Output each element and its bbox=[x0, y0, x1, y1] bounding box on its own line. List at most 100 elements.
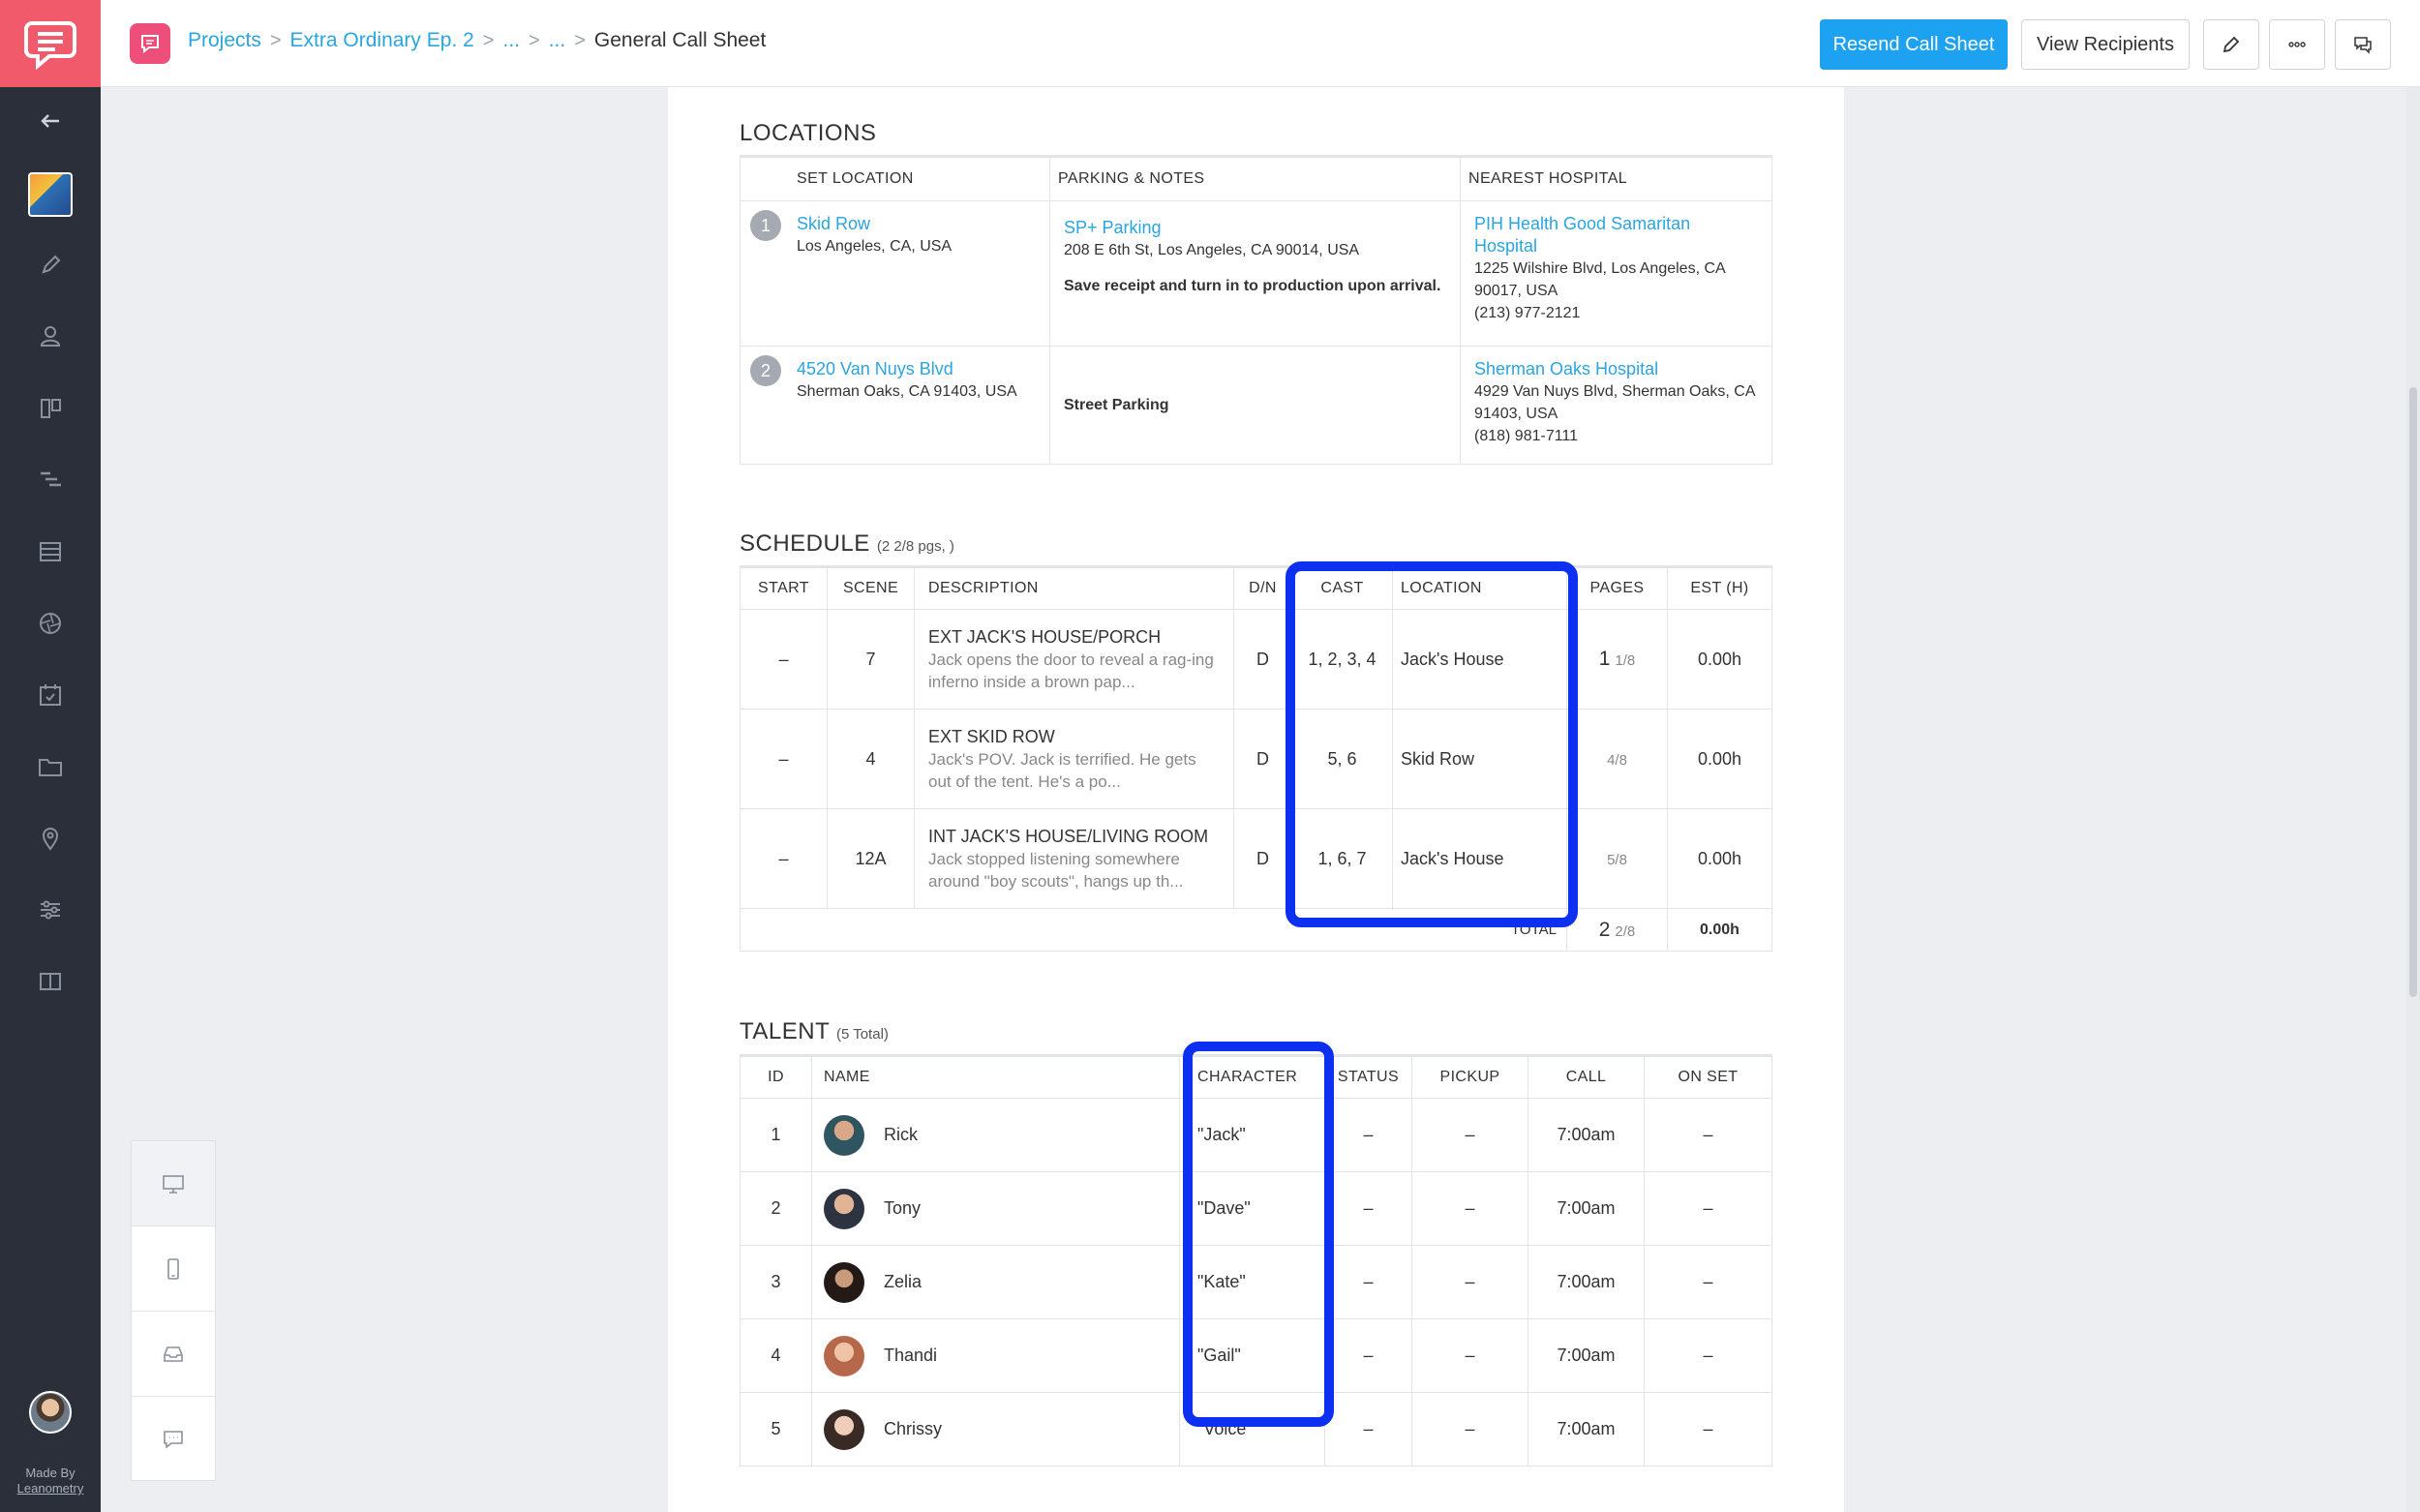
parking-link[interactable]: SP+ Parking bbox=[1064, 217, 1446, 239]
col-parking-notes: PARKING & NOTES bbox=[1049, 156, 1461, 201]
breadcrumb-project[interactable]: Extra Ordinary Ep. 2 bbox=[290, 29, 474, 52]
col-start: START bbox=[740, 566, 828, 610]
scene-heading: EXT JACK'S HOUSE/PORCH bbox=[928, 626, 1162, 647]
location-number: 1 bbox=[750, 210, 781, 241]
location-row: 1 Skid Row Los Angeles, CA, USA SP+ Park… bbox=[740, 200, 1772, 347]
talent-call: 7:00am bbox=[1528, 1392, 1645, 1467]
talent-name: Chrissy bbox=[884, 1418, 943, 1438]
made-by-credit[interactable]: Made By Leanometry bbox=[0, 1466, 101, 1497]
talent-pickup: – bbox=[1411, 1171, 1528, 1246]
made-by-link[interactable]: Leanometry bbox=[0, 1481, 101, 1497]
set-location-link[interactable]: 4520 Van Nuys Blvd bbox=[797, 358, 1036, 380]
pages-cell: 5/8 bbox=[1566, 808, 1668, 909]
locations-table: SET LOCATION PARKING & NOTES NEAREST HOS… bbox=[740, 155, 1772, 465]
pages-cell: 4/8 bbox=[1566, 709, 1668, 809]
back-arrow-icon[interactable] bbox=[0, 102, 101, 140]
breadcrumb-ellipsis-1[interactable]: ... bbox=[502, 29, 520, 52]
schedule-table: START SCENE DESCRIPTION D/N CAST LOCATIO… bbox=[740, 565, 1772, 952]
project-thumbnail[interactable] bbox=[28, 172, 73, 217]
scene-synopsis: Jack opens the door to reveal a rag-ing … bbox=[928, 650, 1214, 691]
talent-title-text: TALENT bbox=[740, 1018, 830, 1044]
talent-status: – bbox=[1324, 1245, 1412, 1319]
talent-name-cell: Rick bbox=[811, 1098, 1180, 1172]
col-name: NAME bbox=[811, 1055, 1180, 1099]
chevron-right-icon: > bbox=[574, 29, 586, 51]
schedule-row[interactable]: – 12A INT JACK'S HOUSE/LIVING ROOM Jack … bbox=[740, 808, 1772, 909]
est-cell: 0.00h bbox=[1667, 808, 1772, 909]
inbox-view-button[interactable] bbox=[132, 1312, 215, 1397]
talent-name-cell: Thandi bbox=[811, 1318, 1180, 1393]
aperture-icon[interactable] bbox=[0, 604, 101, 643]
edit-button[interactable] bbox=[2203, 19, 2259, 70]
scene-cell: 7 bbox=[827, 609, 915, 710]
desktop-view-button[interactable] bbox=[132, 1141, 215, 1226]
chat-view-button[interactable] bbox=[132, 1397, 215, 1482]
comments-icon bbox=[2354, 37, 2372, 54]
col-pages: PAGES bbox=[1566, 566, 1668, 610]
hospital-phone: (213) 977-2121 bbox=[1474, 305, 1581, 321]
talent-call: 7:00am bbox=[1528, 1098, 1645, 1172]
col-call: CALL bbox=[1528, 1055, 1645, 1099]
scene-synopsis: Jack stopped listening somewhere around … bbox=[928, 849, 1184, 891]
call-sheet-document: LOCATIONS SET LOCATION PARKING & NOTES N… bbox=[668, 87, 1844, 1512]
studiobinder-logo[interactable] bbox=[0, 0, 101, 87]
talent-status: – bbox=[1324, 1171, 1412, 1246]
schedule-total-row: TOTAL 2 2/8 0.00h bbox=[740, 908, 1772, 952]
comments-button[interactable] bbox=[2335, 19, 2391, 70]
page-scrollbar[interactable] bbox=[2406, 87, 2420, 1512]
sliders-icon[interactable] bbox=[0, 891, 101, 929]
book-icon[interactable] bbox=[0, 962, 101, 1001]
parking-address: 208 E 6th St, Los Angeles, CA 90014, USA bbox=[1064, 242, 1360, 258]
breadcrumb-ellipsis-2[interactable]: ... bbox=[549, 29, 566, 52]
view-recipients-button[interactable]: View Recipients bbox=[2021, 19, 2190, 70]
talent-status: – bbox=[1324, 1392, 1412, 1467]
scene-heading: INT JACK'S HOUSE/LIVING ROOM bbox=[928, 826, 1209, 846]
talent-on-set: – bbox=[1644, 1171, 1772, 1246]
set-location-link[interactable]: Skid Row bbox=[797, 213, 1036, 235]
talent-pickup: – bbox=[1411, 1318, 1528, 1393]
people-icon[interactable] bbox=[0, 318, 101, 356]
hospital-address: 1225 Wilshire Blvd, Los Angeles, CA 9001… bbox=[1474, 260, 1725, 299]
talent-avatar bbox=[824, 1114, 864, 1156]
day-night-cell: D bbox=[1233, 808, 1292, 909]
set-location-address: Los Angeles, CA, USA bbox=[797, 238, 953, 255]
talent-name-cell: Zelia bbox=[811, 1245, 1180, 1319]
hospital-link[interactable]: Sherman Oaks Hospital bbox=[1474, 358, 1758, 380]
talent-avatar bbox=[824, 1408, 864, 1450]
user-avatar[interactable] bbox=[29, 1391, 72, 1434]
mobile-icon bbox=[167, 1257, 179, 1280]
chevron-right-icon: > bbox=[482, 29, 495, 51]
description-cell: EXT JACK'S HOUSE/PORCH Jack opens the do… bbox=[914, 609, 1234, 710]
talent-pickup: – bbox=[1411, 1392, 1528, 1467]
call-sheet-app-icon[interactable] bbox=[130, 23, 170, 64]
talent-name: Zelia bbox=[884, 1271, 923, 1291]
more-button[interactable] bbox=[2269, 19, 2325, 70]
pencil-icon[interactable] bbox=[0, 246, 101, 285]
folder-icon[interactable] bbox=[0, 747, 101, 786]
map-pin-icon[interactable] bbox=[0, 819, 101, 858]
day-night-cell: D bbox=[1233, 609, 1292, 710]
breadcrumb: Projects > Extra Ordinary Ep. 2 > ... > … bbox=[188, 29, 766, 52]
total-pages-fraction: 2/8 bbox=[1615, 922, 1636, 940]
mobile-view-button[interactable] bbox=[132, 1226, 215, 1312]
talent-on-set: – bbox=[1644, 1318, 1772, 1393]
hospital-link[interactable]: PIH Health Good Samaritan Hospital bbox=[1474, 213, 1758, 257]
scrollbar-thumb[interactable] bbox=[2409, 387, 2417, 997]
character-highlight-box bbox=[1183, 1042, 1334, 1427]
schedule-row[interactable]: – 7 EXT JACK'S HOUSE/PORCH Jack opens th… bbox=[740, 609, 1772, 710]
talent-name: Thandi bbox=[884, 1345, 938, 1365]
resend-call-sheet-button[interactable]: Resend Call Sheet bbox=[1820, 19, 2008, 70]
scene-cell: 12A bbox=[827, 808, 915, 909]
board-icon[interactable] bbox=[0, 389, 101, 428]
list-icon[interactable] bbox=[0, 532, 101, 571]
schedule-row[interactable]: – 4 EXT SKID ROW Jack's POV. Jack is ter… bbox=[740, 709, 1772, 809]
talent-name: Rick bbox=[884, 1124, 918, 1144]
calendar-icon[interactable] bbox=[0, 676, 101, 714]
description-cell: EXT SKID ROW Jack's POV. Jack is terrifi… bbox=[914, 709, 1234, 809]
talent-id: 5 bbox=[740, 1392, 812, 1467]
scene-cell: 4 bbox=[827, 709, 915, 809]
talent-call: 7:00am bbox=[1528, 1171, 1645, 1246]
breadcrumb-projects[interactable]: Projects bbox=[188, 29, 261, 52]
location-row: 2 4520 Van Nuys Blvd Sherman Oaks, CA 91… bbox=[740, 346, 1772, 465]
gantt-icon[interactable] bbox=[0, 461, 101, 499]
